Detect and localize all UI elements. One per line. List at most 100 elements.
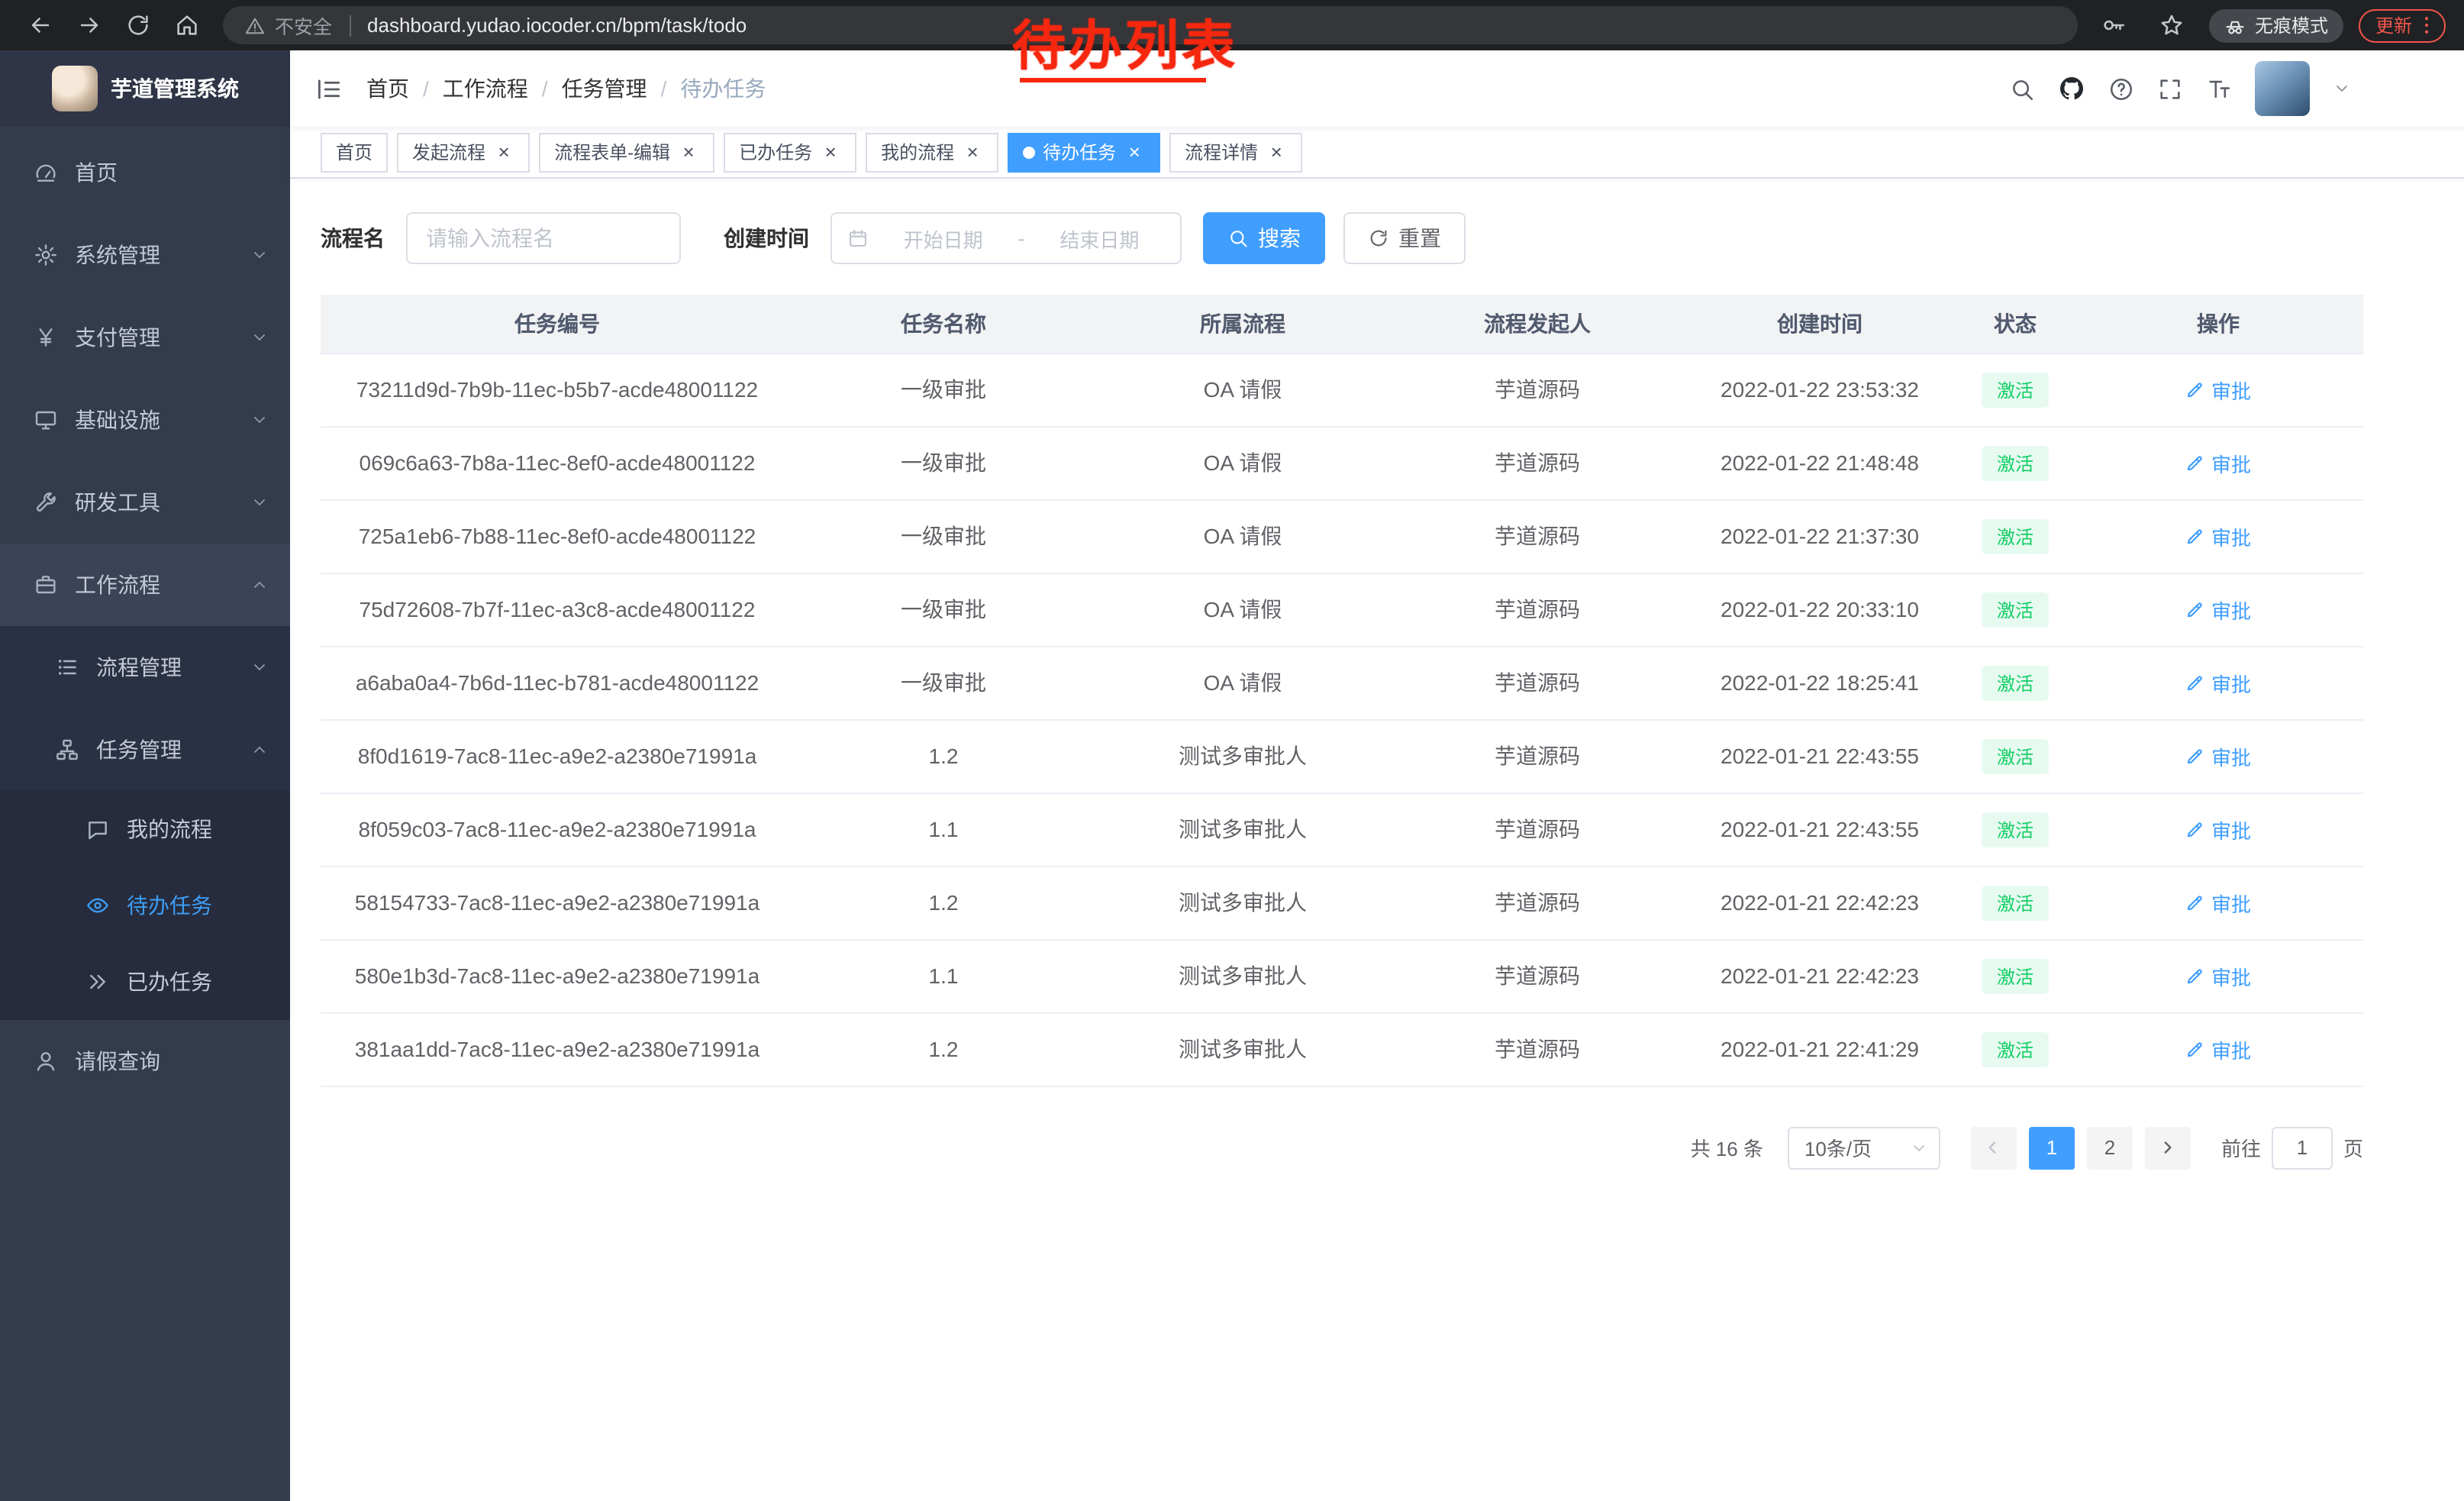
- approve-link[interactable]: 审批: [2185, 961, 2251, 990]
- cell-task-id: 73211d9d-7b9b-11ec-b5b7-acde48001122: [321, 353, 794, 426]
- sidebar-item-process-management[interactable]: 流程管理: [0, 626, 290, 709]
- sidebar-item-label: 工作流程: [75, 570, 160, 600]
- close-icon[interactable]: ×: [1266, 141, 1287, 163]
- sidebar-item-done-tasks[interactable]: 已办任务: [0, 944, 290, 1020]
- sidebar-collapse-icon[interactable]: [290, 50, 366, 127]
- chevron-up-icon: [250, 576, 269, 594]
- sidebar-item-my-processes[interactable]: 我的流程: [0, 791, 290, 867]
- tab-process-form-edit[interactable]: 流程表单-编辑 ×: [539, 132, 714, 172]
- approve-link[interactable]: 审批: [2185, 668, 2251, 697]
- tab-my-processes[interactable]: 我的流程 ×: [866, 132, 998, 172]
- cell-initiator: 芋道源码: [1392, 792, 1682, 866]
- edit-icon: [2185, 1039, 2205, 1059]
- breadcrumb-workflow[interactable]: 工作流程: [443, 73, 528, 104]
- reset-button[interactable]: 重置: [1343, 212, 1466, 264]
- sidebar-item-workflow[interactable]: 工作流程: [0, 544, 290, 626]
- key-icon[interactable]: [2093, 4, 2136, 47]
- star-icon[interactable]: [2151, 4, 2194, 47]
- cell-status: 激活: [1957, 426, 2073, 499]
- sidebar-item-infrastructure[interactable]: 基础设施: [0, 379, 290, 461]
- close-icon[interactable]: ×: [1124, 141, 1145, 163]
- breadcrumb-home[interactable]: 首页: [366, 73, 409, 104]
- search-button[interactable]: 搜索: [1203, 212, 1325, 264]
- cell-actions: 审批: [2073, 426, 2363, 499]
- sidebar-item-system-management[interactable]: 系统管理: [0, 214, 290, 296]
- approve-link[interactable]: 审批: [2185, 888, 2251, 917]
- start-date-input[interactable]: 开始日期: [878, 224, 1008, 253]
- reset-button-label: 重置: [1398, 223, 1441, 253]
- monitor-icon: [34, 408, 58, 432]
- close-icon[interactable]: ×: [493, 141, 514, 163]
- navbar-tools: [2009, 61, 2351, 116]
- approve-link[interactable]: 审批: [2185, 375, 2251, 404]
- update-button[interactable]: 更新: [2359, 8, 2446, 42]
- col-initiator: 流程发起人: [1392, 295, 1682, 353]
- home-icon[interactable]: [165, 4, 208, 47]
- approve-link[interactable]: 审批: [2185, 448, 2251, 477]
- fullscreen-icon[interactable]: [2157, 76, 2183, 102]
- user-avatar[interactable]: [2255, 61, 2310, 116]
- col-task-id: 任务编号: [321, 295, 794, 353]
- github-icon[interactable]: [2058, 75, 2085, 102]
- approve-link-label: 审批: [2211, 961, 2251, 990]
- browser-toolbar-right: 无痕模式 更新: [2093, 4, 2446, 47]
- process-name-label: 流程名: [321, 223, 385, 253]
- sidebar-item-label: 已办任务: [127, 967, 212, 997]
- user-icon: [34, 1049, 58, 1073]
- close-icon[interactable]: ×: [678, 141, 699, 163]
- active-tab-dot: [1023, 146, 1035, 158]
- tab-home[interactable]: 首页: [321, 132, 388, 172]
- filter-bar: 流程名 创建时间 开始日期 - 结束日期 搜索 重: [321, 212, 2363, 264]
- page-size-value: 10条/页: [1804, 1133, 1872, 1162]
- cell-created: 2022-01-22 21:37:30: [1682, 499, 1957, 573]
- app-logo[interactable]: 芋道管理系统: [0, 50, 290, 127]
- approve-link[interactable]: 审批: [2185, 815, 2251, 844]
- sidebar-item-task-management[interactable]: 任务管理: [0, 709, 290, 791]
- approve-link[interactable]: 审批: [2185, 521, 2251, 550]
- next-page-button[interactable]: [2145, 1126, 2191, 1169]
- cell-status: 激活: [1957, 939, 2073, 1012]
- cell-process: OA 请假: [1093, 353, 1392, 426]
- end-date-input[interactable]: 结束日期: [1034, 224, 1165, 253]
- tab-process-detail[interactable]: 流程详情 ×: [1169, 132, 1302, 172]
- back-icon[interactable]: [18, 4, 61, 47]
- close-icon[interactable]: ×: [962, 141, 983, 163]
- jump-page-input[interactable]: [2272, 1126, 2333, 1169]
- search-icon[interactable]: [2009, 76, 2035, 102]
- approve-link[interactable]: 审批: [2185, 741, 2251, 770]
- screen: 不安全 dashboard.yudao.iocoder.cn/bpm/task/…: [0, 0, 2464, 1501]
- sidebar-item-payment-management[interactable]: 支付管理: [0, 296, 290, 379]
- breadcrumb-task-management[interactable]: 任务管理: [562, 73, 647, 104]
- chevron-down-icon[interactable]: [2333, 79, 2351, 98]
- status-badge: 激活: [1982, 1031, 2049, 1067]
- process-name-input[interactable]: [406, 212, 681, 264]
- font-size-icon[interactable]: [2206, 76, 2232, 102]
- tree-icon: [55, 738, 79, 762]
- approve-link[interactable]: 审批: [2185, 595, 2251, 624]
- sidebar-item-todo-tasks[interactable]: 待办任务: [0, 867, 290, 944]
- reload-icon[interactable]: [116, 4, 159, 47]
- cell-task-id: 069c6a63-7b8a-11ec-8ef0-acde48001122: [321, 426, 794, 499]
- close-icon[interactable]: ×: [820, 141, 841, 163]
- menu-dots-icon[interactable]: [2415, 14, 2438, 37]
- chevron-right-icon: [2158, 1138, 2178, 1157]
- status-badge: 激活: [1982, 372, 2049, 407]
- wrench-icon: [34, 490, 58, 515]
- cell-created: 2022-01-21 22:43:55: [1682, 792, 1957, 866]
- date-range-picker[interactable]: 开始日期 - 结束日期: [830, 212, 1182, 264]
- tab-start-process[interactable]: 发起流程 ×: [397, 132, 530, 172]
- page-size-select[interactable]: 10条/页: [1788, 1126, 1940, 1169]
- question-icon[interactable]: [2108, 76, 2134, 102]
- page-button-2[interactable]: 2: [2087, 1126, 2133, 1169]
- prev-page-button[interactable]: [1971, 1126, 2017, 1169]
- tab-done-tasks[interactable]: 已办任务 ×: [724, 132, 856, 172]
- approve-link[interactable]: 审批: [2185, 1035, 2251, 1064]
- page-button-1[interactable]: 1: [2029, 1126, 2075, 1169]
- forward-icon[interactable]: [67, 4, 110, 47]
- sidebar-item-leave-query[interactable]: 请假查询: [0, 1020, 290, 1102]
- edit-icon: [2185, 966, 2205, 986]
- tab-todo-tasks[interactable]: 待办任务 ×: [1008, 132, 1160, 172]
- sidebar-item-home[interactable]: 首页: [0, 131, 290, 214]
- sidebar-item-dev-tools[interactable]: 研发工具: [0, 461, 290, 544]
- cell-initiator: 芋道源码: [1392, 426, 1682, 499]
